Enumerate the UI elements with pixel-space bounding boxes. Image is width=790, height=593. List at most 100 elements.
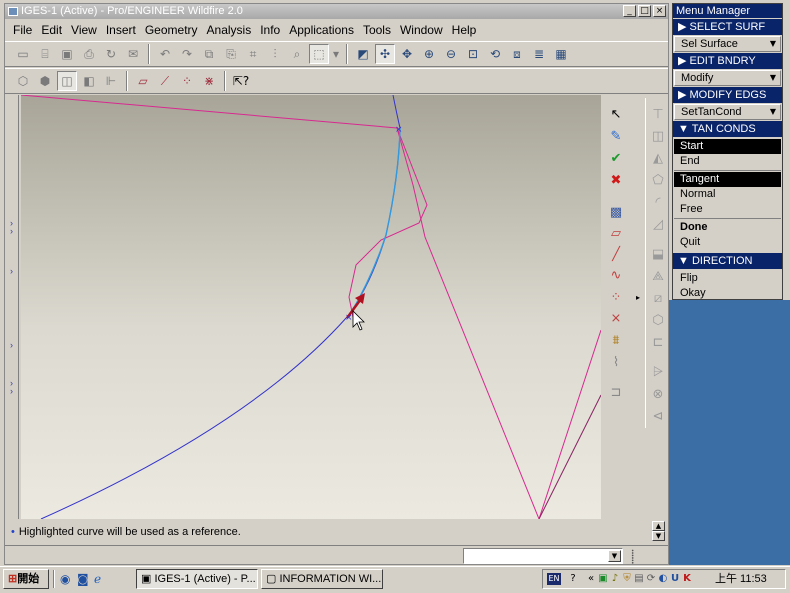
surface-mesh-icon[interactable]: ▩ (605, 202, 627, 222)
trim-icon[interactable]: ⨯ (605, 308, 627, 328)
merge-icon[interactable]: ⩥ (647, 362, 669, 382)
sel-surface-dropdown[interactable]: Sel Surface ▼ (674, 36, 781, 52)
start-button[interactable]: ⊞開始 (3, 569, 49, 589)
menu-help[interactable]: Help (448, 23, 482, 37)
menu-geometry[interactable]: Geometry (141, 23, 203, 37)
draft-icon[interactable]: ⧄ (647, 288, 669, 308)
left-sash[interactable]: › › › › › › (7, 95, 19, 519)
regen-icon[interactable]: ↻ (101, 44, 121, 64)
datum-axes-icon[interactable]: ⟋ (155, 71, 175, 91)
sash-arrow-icon[interactable]: › (10, 226, 13, 236)
menu-item-end[interactable]: End (674, 154, 781, 169)
chamfer-icon[interactable]: ◿ (647, 214, 669, 234)
clock[interactable]: 上午 11:53 (715, 570, 767, 588)
layers-icon[interactable]: ≣ (529, 44, 549, 64)
redo-icon[interactable]: ↷ (177, 44, 197, 64)
selection-filter-select[interactable]: ▼ (463, 548, 623, 564)
trim-surface-icon[interactable]: ⊗ (647, 384, 669, 404)
context-help-icon[interactable]: ⇱? (231, 71, 251, 91)
coord-sys-icon[interactable]: ⋇ (199, 71, 219, 91)
sweep-icon[interactable]: ◭ (647, 148, 669, 168)
menu-item-flip[interactable]: Flip (674, 271, 781, 286)
sash-arrow-icon[interactable]: › (10, 340, 13, 350)
sash-arrow-icon[interactable]: › (10, 266, 13, 276)
window-titlebar[interactable]: IGES-1 (Active) - Pro/ENGINEER Wildfire … (5, 4, 668, 19)
sync-icon[interactable]: ⟳ (645, 573, 657, 585)
quicklaunch-desktop-icon[interactable]: ◙ (77, 572, 89, 586)
chevron-down-icon[interactable]: ▼ (608, 550, 621, 562)
speaker-icon[interactable]: ◐ (657, 573, 669, 585)
pointer-icon[interactable]: ↖ (605, 104, 627, 124)
menu-view[interactable]: View (67, 23, 102, 37)
round-icon[interactable]: ◜ (647, 192, 669, 212)
revolve-icon[interactable]: ◫ (647, 126, 669, 146)
minimize-button[interactable]: _ (623, 5, 636, 17)
view-manager-icon[interactable]: ▦ (551, 44, 571, 64)
paste-special-icon[interactable]: ⌗ (243, 44, 263, 64)
open-file-icon[interactable]: ⌸ (35, 44, 55, 64)
undo-icon[interactable]: ↶ (155, 44, 175, 64)
sketch-icon[interactable]: ⊐ (605, 382, 627, 402)
blue-reference-curve[interactable] (40, 95, 401, 519)
direction-header[interactable]: ▼ DIRECTION (673, 253, 782, 269)
rib-icon[interactable]: ⟁ (647, 266, 669, 286)
new-file-icon[interactable]: ▭ (13, 44, 33, 64)
find-icon[interactable]: ⌕ (287, 44, 307, 64)
model-tree-display-icon[interactable]: ⊩ (101, 71, 121, 91)
scroll-up-icon[interactable]: ▲ (652, 521, 665, 531)
menu-item-okay[interactable]: Okay (674, 286, 781, 301)
orient-mode-icon[interactable]: ✥ (397, 44, 417, 64)
spin-center-icon[interactable]: ✣ (375, 44, 395, 64)
volume-icon[interactable]: ♪ (609, 573, 621, 585)
task-information-button[interactable]: ▢ INFORMATION WI... (261, 569, 383, 589)
task-proe-button[interactable]: ▣ IGES-1 (Active) - P... (136, 569, 258, 589)
reorient-icon[interactable]: ⟲ (485, 44, 505, 64)
no-hidden-icon[interactable]: ◫ (57, 71, 77, 91)
menu-item-done[interactable]: Done (674, 220, 781, 235)
filter-icon[interactable]: ⸽ (631, 547, 634, 565)
copy-icon[interactable]: ⧉ (199, 44, 219, 64)
datum-icon[interactable]: ⩩ (605, 330, 627, 350)
zoom-in-icon[interactable]: ⊕ (419, 44, 439, 64)
language-indicator[interactable]: EN (547, 573, 561, 585)
menu-item-quit[interactable]: Quit (674, 235, 781, 250)
line-icon[interactable]: ╱ (605, 244, 627, 264)
graphics-viewport[interactable]: × × (21, 95, 601, 519)
shell-icon[interactable]: ⬓ (647, 244, 669, 264)
edit-curve-icon[interactable]: ✎ (605, 126, 627, 146)
select-box-icon[interactable]: ⬚ (309, 44, 329, 64)
email-icon[interactable]: ✉ (123, 44, 143, 64)
menu-item-start[interactable]: Start (674, 139, 781, 154)
display-icon[interactable]: ▤ (633, 573, 645, 585)
repaint-icon[interactable]: ◩ (353, 44, 373, 64)
wireframe-icon[interactable]: ⬡ (13, 71, 33, 91)
menu-item-tangent[interactable]: Tangent (674, 172, 781, 187)
cancel-x-icon[interactable]: ✖ (605, 170, 627, 190)
settancond-dropdown[interactable]: SetTanCond ▼ (674, 104, 781, 120)
refit-icon[interactable]: ⊡ (463, 44, 483, 64)
modify-dropdown[interactable]: Modify ▼ (674, 70, 781, 86)
tree-icon[interactable]: ⫶ (265, 44, 285, 64)
quicklaunch-media-icon[interactable]: ◉ (60, 572, 70, 586)
magenta-right-edge[interactable] (538, 329, 601, 519)
network-icon[interactable]: ▣ (597, 573, 609, 585)
extrude-icon[interactable]: ⊤ (647, 104, 669, 124)
blend-icon[interactable]: ⬠ (647, 170, 669, 190)
menu-analysis[interactable]: Analysis (203, 23, 257, 37)
tan-conds-header[interactable]: ▼ TAN CONDS (673, 121, 782, 137)
mirror-icon[interactable]: ⊏ (647, 332, 669, 352)
menu-file[interactable]: File (9, 23, 37, 37)
plane-icon[interactable]: ▱ (605, 223, 627, 243)
u-icon[interactable]: U (669, 573, 681, 585)
ime-help-icon[interactable]: ? (567, 573, 579, 585)
menu-item-free[interactable]: Free (674, 202, 781, 217)
sash-arrow-icon[interactable]: › (10, 386, 13, 396)
zoom-out-icon[interactable]: ⊖ (441, 44, 461, 64)
paste-icon[interactable]: ⎘ (221, 44, 241, 64)
maximize-button[interactable]: □ (638, 5, 651, 17)
cyan-highlight-curve[interactable] (350, 127, 401, 314)
pattern-icon[interactable]: ⬡ (647, 310, 669, 330)
saved-views-icon[interactable]: ⧈ (507, 44, 527, 64)
dropdown-arrow-icon[interactable]: ▾ (331, 44, 341, 64)
offset-icon[interactable]: ⊲ (647, 406, 669, 426)
